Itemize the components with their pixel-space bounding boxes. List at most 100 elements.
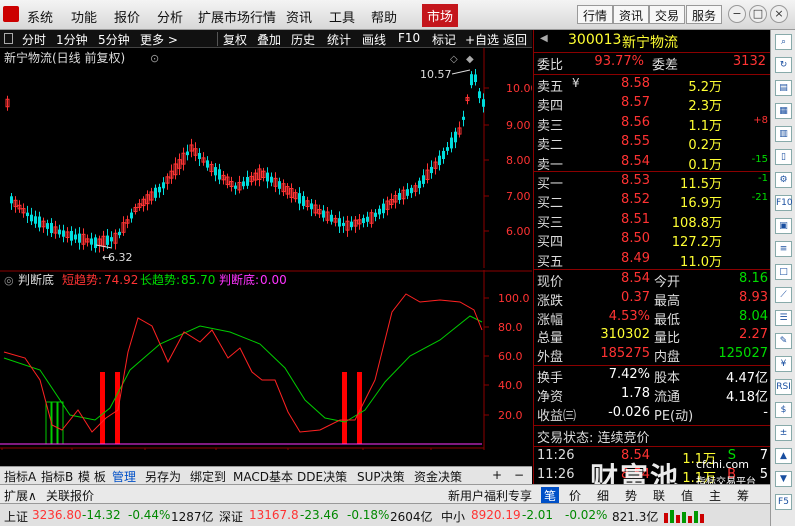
money-icon[interactable]: ¥	[775, 356, 792, 372]
ask-level-label: 卖五	[537, 80, 564, 95]
close-button[interactable]: ×	[770, 5, 788, 23]
tb-mark[interactable]: 标记	[432, 31, 456, 48]
menu-item-tools[interactable]: 工具	[329, 7, 355, 26]
bottom-tab[interactable]: 新用户福利专享	[448, 487, 532, 504]
tb-5min[interactable]: 5分钟	[98, 31, 130, 48]
settings-icon[interactable]: ⚙	[775, 172, 792, 188]
tb-overlay[interactable]: 叠加	[257, 31, 281, 48]
indicator-tab[interactable]: 绑定到	[190, 468, 226, 485]
news-icon[interactable]: ✎	[775, 333, 792, 349]
news-button[interactable]: 资讯	[613, 5, 650, 24]
indicator-tab[interactable]: 资金决策	[414, 468, 462, 485]
list-icon[interactable]: ≡	[775, 241, 792, 257]
maximize-button[interactable]: □	[749, 5, 767, 23]
diamond-outline-icon[interactable]: ◇	[450, 54, 458, 65]
chart-icon[interactable]: ▤	[775, 80, 792, 96]
service-button[interactable]: 服务	[686, 5, 723, 24]
short-trend-line	[3, 293, 483, 433]
zx-pct: -0.02%	[565, 508, 608, 522]
menu-item-function[interactable]: 功能	[71, 7, 97, 26]
bottom-tab[interactable]: 值	[681, 487, 693, 504]
related-quotes-tab[interactable]: 关联报价	[46, 487, 94, 504]
indicator-tab[interactable]: DDE决策	[297, 468, 347, 485]
menu-item-analysis[interactable]: 分析	[157, 7, 183, 26]
block-icon[interactable]: ▣	[775, 218, 792, 234]
indicator-expand-icon[interactable]: ◎	[4, 274, 14, 287]
indicator-tab[interactable]: 模 板	[78, 468, 106, 485]
tb-draw[interactable]: 画线	[362, 31, 386, 48]
sz-label[interactable]: 深证	[219, 508, 243, 525]
bottom-tab[interactable]: 势	[625, 487, 637, 504]
quote-label: 现价	[537, 275, 564, 290]
bottom-tab[interactable]: 主	[709, 487, 721, 504]
tb-add-watchlist[interactable]: +自选	[465, 31, 499, 48]
bottom-tab[interactable]: 价	[569, 487, 581, 504]
candle	[10, 196, 13, 204]
indicator-tab[interactable]: MACD基本	[233, 468, 293, 485]
kline-title-arrow-icon[interactable]: ⊙	[150, 52, 159, 65]
bottom-tab[interactable]: 细	[597, 487, 609, 504]
kline-svg[interactable]: 新宁物流(日线 前复权) ⊙ ◇ ◆ 10.00 9.00 8.00 7.00 6.00…	[0, 48, 538, 268]
indicator-tab[interactable]: SUP决策	[357, 468, 405, 485]
nav-up-icon[interactable]: ▲	[775, 448, 792, 464]
nav-down-icon[interactable]: ▼	[775, 471, 792, 487]
bottom-tab[interactable]: 筹	[737, 487, 749, 504]
dollar-icon[interactable]: $	[775, 402, 792, 418]
menu-item-market[interactable]: 市场	[422, 4, 459, 27]
quote-button[interactable]: 行情	[577, 5, 614, 24]
sh-label[interactable]: 上证	[4, 508, 28, 525]
indicator-tab[interactable]: 管理	[112, 468, 136, 485]
expand-tab[interactable]: 扩展∧	[4, 487, 37, 504]
bar-icon[interactable]: ▥	[775, 126, 792, 142]
indicator-tab[interactable]: +	[492, 468, 502, 482]
y-tick-label: 7.00	[506, 190, 531, 203]
indicator-tab[interactable]: 指标B	[41, 468, 73, 485]
pane-toggle-icon[interactable]: ◀	[540, 33, 548, 44]
ask-price: 8.58	[621, 76, 650, 91]
tb-f10[interactable]: F10	[398, 31, 420, 45]
tb-back[interactable]: 返回	[503, 31, 527, 48]
menu-item-ext-market[interactable]: 扩展市场行情	[198, 7, 276, 26]
menu-item-news[interactable]: 资讯	[286, 7, 312, 26]
refresh-icon[interactable]: ↻	[775, 57, 792, 73]
indicator-svg[interactable]: ◎ 判断底 短趋势: 74.92 长趋势: 85.70 判断底: 0.00 10…	[0, 270, 532, 466]
window-icon[interactable]: □	[775, 264, 792, 280]
tb-timeshare[interactable]: 分时	[22, 31, 46, 48]
tb-adjust[interactable]: 复权	[223, 31, 247, 48]
f10-icon[interactable]: F10	[775, 195, 793, 211]
candle	[450, 137, 453, 149]
rsi-icon[interactable]: RSI	[775, 379, 792, 395]
menu-item-system[interactable]: 系统	[27, 7, 53, 26]
tb-more[interactable]: 更多 >	[140, 31, 178, 48]
f5-icon[interactable]: F5	[775, 494, 792, 510]
indicator-tab[interactable]: 指标A	[4, 468, 36, 485]
kline-chart[interactable]: 新宁物流(日线 前复权) ⊙ ◇ ◆ 10.00 9.00 8.00 7.00 6.00…	[0, 48, 538, 268]
chart-mode-icon[interactable]	[4, 33, 13, 44]
bid-row: 买三 8.51 108.8万	[534, 212, 770, 231]
indicator-chart[interactable]: ◎ 判断底 短趋势: 74.92 长趋势: 85.70 判断底: 0.00 10…	[0, 270, 532, 466]
candle	[378, 208, 381, 215]
zoom-icon[interactable]: ±	[775, 425, 792, 441]
indicator-tab[interactable]: 另存为	[145, 468, 181, 485]
candle	[162, 182, 165, 189]
candle-icon[interactable]: ▯	[775, 149, 792, 165]
trend-icon[interactable]: ⟋	[775, 287, 792, 303]
bottom-tab[interactable]: 联	[653, 487, 665, 504]
menu-item-help[interactable]: 帮助	[371, 7, 397, 26]
candle	[430, 166, 433, 174]
ask-row: 卖二 8.55 0.2万	[534, 134, 770, 153]
indicator-tab[interactable]: −	[514, 468, 524, 482]
trade-button[interactable]: 交易	[649, 5, 686, 24]
bottom-tab[interactable]: 笔	[541, 487, 560, 504]
tb-history[interactable]: 历史	[291, 31, 315, 48]
tb-1min[interactable]: 1分钟	[56, 31, 88, 48]
menu-item-quote[interactable]: 报价	[114, 7, 140, 26]
search-icon[interactable]: ⌕	[775, 34, 792, 50]
tb-stats[interactable]: 统计	[327, 31, 351, 48]
layers-icon[interactable]: ☰	[775, 310, 792, 326]
minimize-button[interactable]: −	[728, 5, 746, 23]
diamond-filled-icon[interactable]: ◆	[466, 54, 474, 65]
sh-pct: -0.44%	[128, 508, 171, 522]
grid-icon[interactable]: ▦	[775, 103, 792, 119]
zx-label[interactable]: 中小	[441, 508, 465, 525]
